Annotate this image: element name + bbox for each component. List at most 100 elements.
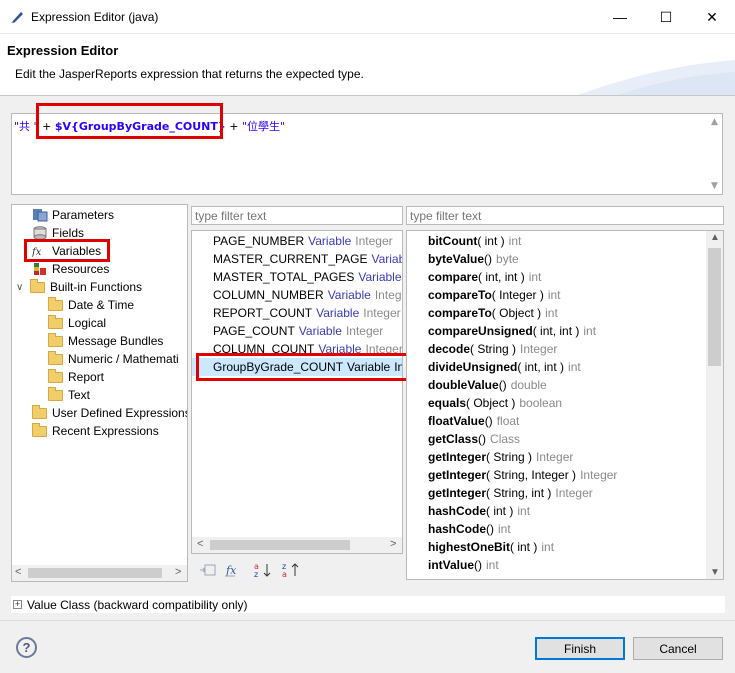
variables-filter-input[interactable] — [191, 206, 403, 225]
expression-scrollbar[interactable]: ▲ ▼ — [708, 114, 722, 194]
method-item[interactable]: divideUnsigned( int, int ) int — [428, 358, 581, 376]
tree-item-label: User Defined Expressions — [52, 406, 188, 420]
scroll-down-icon[interactable]: ▼ — [710, 567, 720, 578]
scroll-left-icon[interactable]: < — [197, 538, 203, 550]
method-item[interactable]: doubleValue() double — [428, 376, 547, 394]
methods-vertical-scrollbar[interactable]: ▲ ▼ — [706, 231, 723, 579]
method-item[interactable]: compareTo( Object ) int — [428, 304, 558, 322]
chevron-down-icon[interactable]: ∨ — [16, 282, 28, 293]
method-item[interactable]: highestOneBit( int ) int — [428, 538, 554, 556]
method-item[interactable]: hashCode() int — [428, 520, 511, 538]
folder-icon — [32, 422, 47, 437]
list-item[interactable]: MASTER_TOTAL_PAGESVariableInte — [192, 268, 402, 286]
scroll-left-icon[interactable]: < — [15, 566, 21, 578]
method-item[interactable]: getClass() Class — [428, 430, 520, 448]
dialog-title: Expression Editor — [7, 43, 119, 58]
method-item[interactable]: intValue() int — [428, 556, 499, 574]
method-item[interactable]: getInteger( String, Integer ) Integer — [428, 466, 617, 484]
variables-filter-field[interactable] — [195, 209, 399, 223]
highlight-box — [36, 103, 223, 139]
method-item[interactable]: getInteger( String, int ) Integer — [428, 484, 593, 502]
tree-item-label: Numeric / Mathemati — [68, 352, 179, 366]
folder-icon — [48, 350, 63, 365]
folder-icon — [48, 368, 63, 383]
methods-list[interactable]: bitCount( int ) int byteValue() byte compa… — [406, 230, 724, 580]
tree-item-label: Parameters — [52, 208, 115, 222]
fields-icon — [33, 226, 47, 240]
tree-item-label: Message Bundles — [68, 334, 164, 348]
expression-string-token: "位學生" — [241, 120, 286, 133]
scroll-right-icon[interactable]: > — [390, 538, 396, 550]
scroll-right-icon[interactable]: > — [175, 566, 181, 578]
method-item[interactable]: decode( String ) Integer — [428, 340, 557, 358]
tree-item-label: Report — [68, 370, 105, 384]
close-button[interactable]: ✕ — [689, 0, 735, 34]
svg-text:z: z — [254, 570, 258, 579]
variables-list[interactable]: PAGE_NUMBER Variable Integer MASTER_CURREN… — [191, 230, 403, 554]
scrollbar-thumb[interactable] — [28, 568, 162, 578]
tree-item-resources[interactable]: Resources — [32, 260, 109, 278]
method-item[interactable]: byteValue() byte — [428, 250, 519, 268]
tree-horizontal-scrollbar[interactable]: < > — [12, 565, 187, 581]
variables-horizontal-scrollbar[interactable]: < > — [192, 537, 402, 553]
tree-item-label: Text — [68, 388, 91, 402]
highlight-box — [24, 239, 110, 262]
methods-filter-input[interactable] — [406, 206, 724, 225]
dialog-header: Expression Editor Edit the JasperReports… — [0, 34, 735, 96]
value-class-label: Value Class (backward compatibility only… — [27, 597, 248, 612]
scrollbar-thumb[interactable] — [708, 248, 721, 366]
list-item[interactable]: MASTER_CURRENT_PAGEVariableIn — [192, 250, 402, 268]
folder-icon — [48, 332, 63, 347]
scroll-up-icon[interactable]: ▲ — [710, 232, 720, 243]
tree-item-recent-expressions[interactable]: Recent Expressions — [32, 422, 159, 440]
insert-icon[interactable] — [199, 562, 219, 578]
methods-filter-field[interactable] — [410, 209, 720, 223]
method-item[interactable]: compareTo( Integer ) int — [428, 286, 561, 304]
method-item[interactable]: bitCount( int ) int — [428, 232, 521, 250]
tree-item-label: Logical — [68, 316, 107, 330]
finish-button[interactable]: Finish — [535, 637, 625, 660]
tree-item-built-in-functions[interactable]: ∨ Built-in Functions — [16, 278, 142, 296]
list-item[interactable]: PAGE_NUMBER Variable Integer — [192, 232, 402, 250]
sort-ascending-icon[interactable]: az — [253, 561, 275, 579]
sort-descending-icon[interactable]: za — [281, 561, 303, 579]
parameters-icon — [33, 209, 48, 222]
variables-toolbar: fx az za — [199, 560, 303, 580]
tree-item-numeric[interactable]: Numeric / Mathemati — [48, 350, 179, 368]
scrollbar-thumb[interactable] — [210, 540, 350, 550]
minimize-button[interactable]: — — [597, 0, 643, 34]
header-decoration — [577, 60, 735, 95]
tree-item-date-time[interactable]: Date & Time — [48, 296, 134, 314]
tree-item-message-bundles[interactable]: Message Bundles — [48, 332, 163, 350]
tree-item-text[interactable]: Text — [48, 386, 90, 404]
list-item[interactable]: REPORT_COUNT Variable Integer — [192, 304, 402, 322]
dialog-description: Edit the JasperReports expression that r… — [15, 67, 364, 81]
title-bar: Expression Editor (java) — ☐ ✕ — [0, 0, 735, 34]
window-title: Expression Editor (java) — [31, 10, 159, 24]
method-item[interactable]: floatValue() float — [428, 412, 519, 430]
scroll-up-icon[interactable]: ▲ — [711, 117, 718, 127]
tree-item-label: Recent Expressions — [52, 424, 159, 438]
scroll-down-icon[interactable]: ▼ — [711, 181, 718, 191]
maximize-button[interactable]: ☐ — [643, 0, 689, 34]
highlight-box — [196, 353, 409, 381]
expand-plus-icon[interactable]: + — [13, 600, 22, 609]
function-icon[interactable]: fx — [225, 562, 249, 578]
method-item[interactable]: getInteger( String ) Integer — [428, 448, 573, 466]
tree-item-parameters[interactable]: Parameters — [32, 206, 114, 224]
value-class-section[interactable]: + Value Class (backward compatibility on… — [11, 596, 725, 613]
method-item[interactable]: compareUnsigned( int, int ) int — [428, 322, 596, 340]
method-item[interactable]: equals( Object ) boolean — [428, 394, 562, 412]
method-item[interactable]: compare( int, int ) int — [428, 268, 541, 286]
tree-item-report[interactable]: Report — [48, 368, 104, 386]
tree-item-user-defined-expressions[interactable]: User Defined Expressions — [32, 404, 188, 422]
method-item[interactable]: hashCode( int ) int — [428, 502, 530, 520]
folder-icon — [48, 386, 63, 401]
cancel-button[interactable]: Cancel — [633, 637, 723, 660]
tree-item-logical[interactable]: Logical — [48, 314, 106, 332]
list-item[interactable]: PAGE_COUNT Variable Integer — [192, 322, 402, 340]
svg-text:fx: fx — [225, 564, 237, 577]
list-item[interactable]: COLUMN_NUMBERVariableInteger — [192, 286, 402, 304]
help-icon[interactable]: ? — [16, 637, 37, 658]
expression-string-token: "共 " — [14, 120, 39, 133]
